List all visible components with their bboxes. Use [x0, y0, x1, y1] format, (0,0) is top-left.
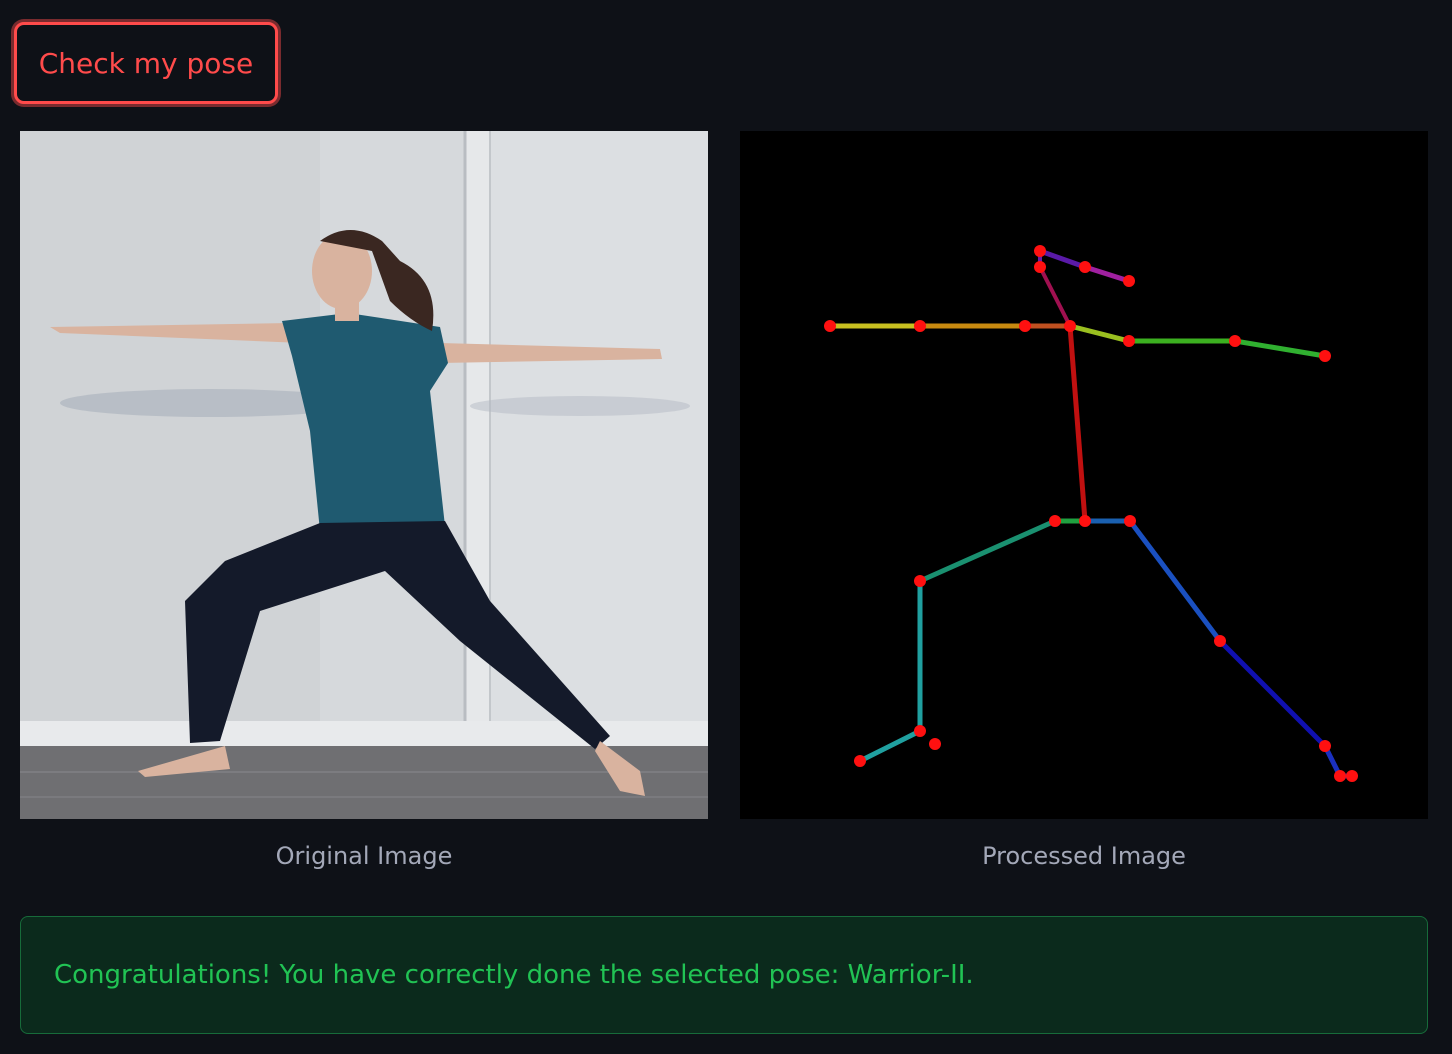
- success-alert: Congratulations! You have correctly done…: [20, 916, 1428, 1034]
- original-photo: [20, 131, 708, 819]
- pose-skeleton: [824, 245, 1358, 782]
- app-page: Check my pose Original Image Processed I…: [0, 0, 1452, 1054]
- success-message: Congratulations! You have correctly done…: [54, 960, 974, 990]
- processed-image: [740, 131, 1428, 819]
- original-image: [20, 131, 708, 819]
- processed-image-caption: Processed Image: [982, 842, 1186, 870]
- check-pose-button[interactable]: Check my pose: [14, 22, 278, 104]
- original-image-caption: Original Image: [275, 842, 453, 870]
